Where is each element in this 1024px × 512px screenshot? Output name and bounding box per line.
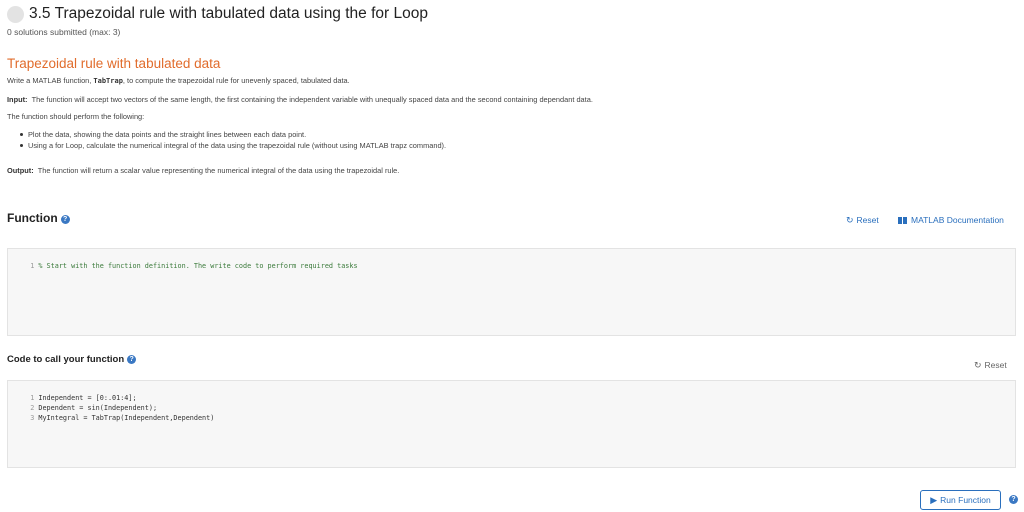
bullet-icon [20,144,23,147]
call-reset-label: Reset [984,360,1007,370]
reset-icon: ↻ [974,360,982,370]
call-reset-button[interactable]: ↻ Reset [974,360,1007,371]
help-icon[interactable]: ? [1009,495,1018,504]
problem-intro: Write a MATLAB function, TabTrap, to com… [7,76,350,85]
function-reset-button[interactable]: ↻ Reset [846,215,879,226]
function-reset-label: Reset [856,215,879,225]
run-function-button[interactable]: ▶ Run Function [920,490,1001,510]
function-heading-label: Function [7,211,58,225]
book-icon [898,217,907,224]
list-item: Using a for Loop, calculate the numerica… [20,141,447,152]
input-label: Input: [7,95,28,104]
output-text: The function will return a scalar value … [37,166,400,175]
submission-count: 0 solutions submitted (max: 3) [7,27,121,37]
code-text: MyIntegral = TabTrap(Independent,Depende… [38,414,215,422]
intro-suffix: , to compute the trapezoidal rule for un… [122,76,350,85]
play-icon: ▶ [930,495,938,505]
list-item: Plot the data, showing the data points a… [20,130,446,141]
code-text: % Start with the function definition. Th… [38,262,358,270]
code-line: 2 Dependent = sin(Independent); [8,396,157,412]
help-icon[interactable]: ? [60,215,70,224]
status-circle-icon [7,6,24,23]
output-label: Output: [7,166,34,175]
matlab-documentation-label: MATLAB Documentation [911,215,1004,225]
function-code-editor[interactable]: 1% Start with the function definition. T… [7,248,1016,336]
call-function-heading: Code to call your function? [7,354,137,365]
code-line: 1 Independent = [0:.01:4]; [8,386,136,402]
page-title: 3.5 Trapezoidal rule with tabulated data… [29,5,428,22]
reset-icon: ↻ [846,215,854,225]
input-text: The function will accept two vectors of … [31,95,593,104]
matlab-documentation-link[interactable]: MATLAB Documentation [898,215,1004,225]
code-line: 1% Start with the function definition. T… [8,254,357,270]
intro-function-name: TabTrap [93,77,123,85]
help-icon[interactable]: ? [127,355,137,364]
problem-title: Trapezoidal rule with tabulated data [7,56,221,71]
call-code-editor[interactable]: 1 Independent = [0:.01:4]; 2 Dependent = s… [7,380,1016,468]
bullet-icon [20,133,23,136]
list-item-text: Plot the data, showing the data points a… [28,130,307,139]
call-function-heading-label: Code to call your function [7,354,125,365]
output-description: Output: The function will return a scala… [7,166,399,175]
line-number: 3 [30,414,35,422]
code-line: 3 MyIntegral = TabTrap(Independent,Depend… [8,406,214,422]
run-function-label: Run Function [940,495,991,505]
perform-text: The function should perform the followin… [7,112,145,121]
requirements-list: Plot the data, showing the data points a… [20,130,447,152]
list-item-text: Using a for Loop, calculate the numerica… [28,141,447,150]
input-description: Input: The function will accept two vect… [7,95,593,104]
function-heading: Function? [7,211,70,225]
intro-prefix: Write a MATLAB function, [7,76,94,85]
line-number: 1 [30,262,35,270]
